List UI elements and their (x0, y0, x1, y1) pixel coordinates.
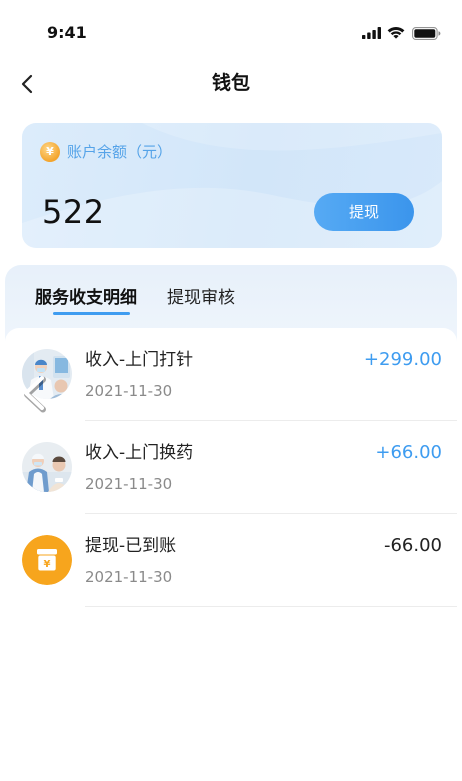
tab-withdraw-review[interactable]: 提现审核 (167, 286, 235, 310)
page-title: 钱包 (211, 72, 250, 94)
item-date: 2021-11-30 (85, 475, 173, 493)
prev-arrow-icon[interactable] (19, 373, 49, 413)
item-amount: +299.00 (363, 349, 442, 370)
tab-indicator (53, 312, 130, 315)
item-date: 2021-11-30 (85, 382, 173, 400)
status-time: 9:41 (47, 23, 87, 42)
item-title: 收入-上门打针 (85, 350, 194, 370)
balance-label: 账户余额（元） (67, 143, 173, 161)
item-date: 2021-11-30 (85, 568, 173, 586)
wifi-icon (387, 26, 405, 39)
item-amount: -66.00 (383, 535, 442, 556)
item-amount: +66.00 (375, 442, 442, 463)
list-item[interactable]: 收入-上门换药 2021-11-30 +66.00 (5, 421, 457, 514)
currency-symbol: ¥ (44, 559, 51, 570)
transaction-list: 收入-上门打针 2021-11-30 +299.00 收入-上门换药 2021-… (5, 328, 457, 781)
withdraw-icon: ¥ (22, 535, 72, 585)
tab-service-details[interactable]: 服务收支明细 (35, 286, 137, 310)
battery-icon (412, 27, 441, 40)
list-item[interactable]: 收入-上门打针 2021-11-30 +299.00 (5, 328, 457, 421)
balance-card: ¥ 账户余额（元） 522 提现 (22, 123, 442, 248)
coin-icon: ¥ (40, 142, 60, 162)
divider (85, 606, 457, 607)
item-title: 收入-上门换药 (85, 443, 194, 463)
withdraw-button[interactable]: 提现 (314, 193, 414, 231)
avatar-dressing (22, 442, 72, 492)
signal-icon (362, 27, 381, 39)
item-title: 提现-已到账 (85, 536, 177, 556)
list-item[interactable]: ¥ 提现-已到账 2021-11-30 -66.00 (5, 514, 457, 607)
balance-amount: 522 (42, 193, 105, 231)
